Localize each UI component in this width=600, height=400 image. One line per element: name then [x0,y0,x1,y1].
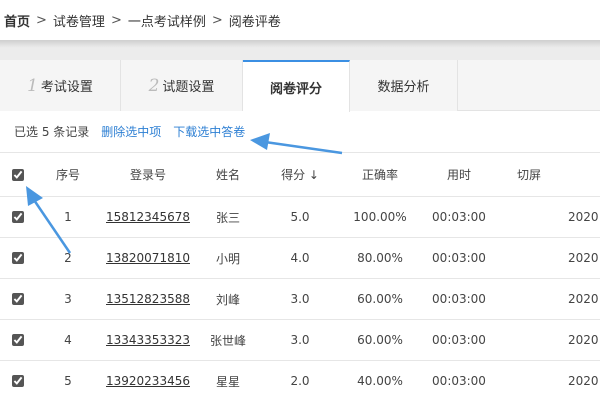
header-time: 用时 [446,168,471,182]
login-link[interactable]: 15812345678 [106,210,190,224]
row-name: 张世峰 [209,333,246,348]
row-checkbox[interactable] [12,375,24,387]
tab-bar: 1 考试设置 2 试题设置 阅卷评分 数据分析 [0,60,600,112]
row-login-cell: 13920233456 [100,361,196,400]
header-rate: 正确率 [361,168,398,182]
login-link[interactable]: 13920233456 [106,374,190,388]
selected-count: 已选 5 条记录 [14,125,90,139]
breadcrumb-home[interactable]: 首页 [4,11,30,30]
row-date: 2020 [568,251,599,265]
delete-selected-link[interactable]: 删除选中项 [101,123,161,140]
row-name: 小明 [215,251,240,266]
tab-grading[interactable]: 阅卷评分 [243,60,350,112]
login-link[interactable]: 13512823588 [106,292,190,306]
row-login-cell: 13343353323 [100,320,196,360]
row-checkbox[interactable] [12,211,24,223]
row-score: 5.0 [290,210,310,224]
row-date: 2020 [568,210,599,224]
annotation-arrowhead-download [250,133,270,150]
row-rate: 60.00% [357,292,403,306]
row-rate: 40.00% [357,374,403,388]
header-shadow [0,40,600,48]
download-selected-link[interactable]: 下载选中答卷 [173,123,245,140]
tab-label: 阅卷评分 [269,81,322,97]
row-checkbox-cell [8,361,28,400]
row-checkbox-cell [8,238,28,278]
select-all-cell [8,153,28,196]
row-time: 00:03:00 [432,374,486,388]
select-all-checkbox[interactable] [12,168,24,181]
tab-label: 数据分析 [377,80,430,95]
row-rate: 60.00% [357,333,403,347]
row-no: 3 [64,292,72,306]
row-rate: 100.00% [353,210,407,224]
login-link[interactable]: 13820071810 [106,251,190,265]
tab-exam-settings[interactable]: 1 考试设置 [0,60,121,111]
row-login-cell: 15812345678 [100,197,196,237]
row-score: 3.0 [290,333,310,347]
tab-label: 试题设置 [162,80,215,95]
row-no: 2 [64,251,72,265]
breadcrumb-separator: > [36,12,47,28]
tab-question-settings[interactable]: 2 试题设置 [121,60,243,111]
table-row[interactable]: 3 13512823588 刘峰 3.0 60.00% 00:03:00 202… [0,279,600,320]
breadcrumb: 首页 > 试卷管理 > 一点考试样例 > 阅卷评卷 [0,0,600,40]
table-row[interactable]: 1 15812345678 张三 5.0 100.00% 00:03:00 20… [0,197,600,238]
tab-label: 考试设置 [40,80,93,95]
row-no: 1 [64,210,72,224]
row-checkbox-cell [8,320,28,360]
row-login-cell: 13820071810 [100,238,196,278]
table-row[interactable]: 2 13820071810 小明 4.0 80.00% 00:03:00 202… [0,238,600,279]
row-name: 刘峰 [215,292,240,307]
header-score-sort[interactable]: 得分 ↓ [270,153,330,196]
row-name: 星星 [215,374,240,389]
row-time: 00:03:00 [432,292,486,306]
row-no: 4 [64,333,72,347]
row-time: 00:03:00 [432,210,486,224]
row-time: 00:03:00 [432,251,486,265]
row-checkbox[interactable] [12,334,24,346]
step-number: 1 [27,75,38,96]
breadcrumb-item-current: 阅卷评卷 [228,14,281,30]
row-score: 2.0 [290,374,310,388]
row-checkbox-cell [8,279,28,319]
breadcrumb-item-exam-manage[interactable]: 试卷管理 [53,11,105,30]
row-score: 3.0 [290,292,310,306]
tab-data-analysis[interactable]: 数据分析 [350,60,458,111]
login-link[interactable]: 13343353323 [106,333,190,347]
row-checkbox-cell [8,197,28,237]
row-rate: 80.00% [357,251,403,265]
header-login: 登录号 [129,168,166,182]
header-no: 序号 [55,168,80,182]
table-row[interactable]: 4 13343353323 张世峰 3.0 60.00% 00:03:00 20… [0,320,600,361]
breadcrumb-separator: > [211,12,223,28]
breadcrumb-item-exam-sample[interactable]: 一点考试样例 [128,11,206,30]
row-name: 张三 [215,210,240,225]
header-cut: 切屏 [516,168,541,182]
table-header: 序号 登录号 姓名 得分 ↓ 正确率 用时 切屏 [0,152,600,197]
header-name: 姓名 [215,168,240,182]
selection-actions: 已选 5 条记录 删除选中项 下载选中答卷 [14,123,245,140]
step-number: 2 [148,75,160,96]
row-login-cell: 13512823588 [100,279,196,319]
row-date: 2020 [568,374,599,388]
row-score: 4.0 [290,251,310,265]
page-background-band [0,48,600,60]
row-checkbox[interactable] [12,252,24,264]
row-checkbox[interactable] [12,293,24,305]
row-date: 2020 [568,292,599,306]
row-no: 5 [64,374,72,388]
results-table: 序号 登录号 姓名 得分 ↓ 正确率 用时 切屏 1 15812345678 张… [0,152,600,400]
row-date: 2020 [568,333,599,347]
breadcrumb-separator: > [110,12,122,28]
table-row[interactable]: 5 13920233456 星星 2.0 40.00% 00:03:00 202… [0,361,600,400]
row-time: 00:03:00 [432,333,486,347]
